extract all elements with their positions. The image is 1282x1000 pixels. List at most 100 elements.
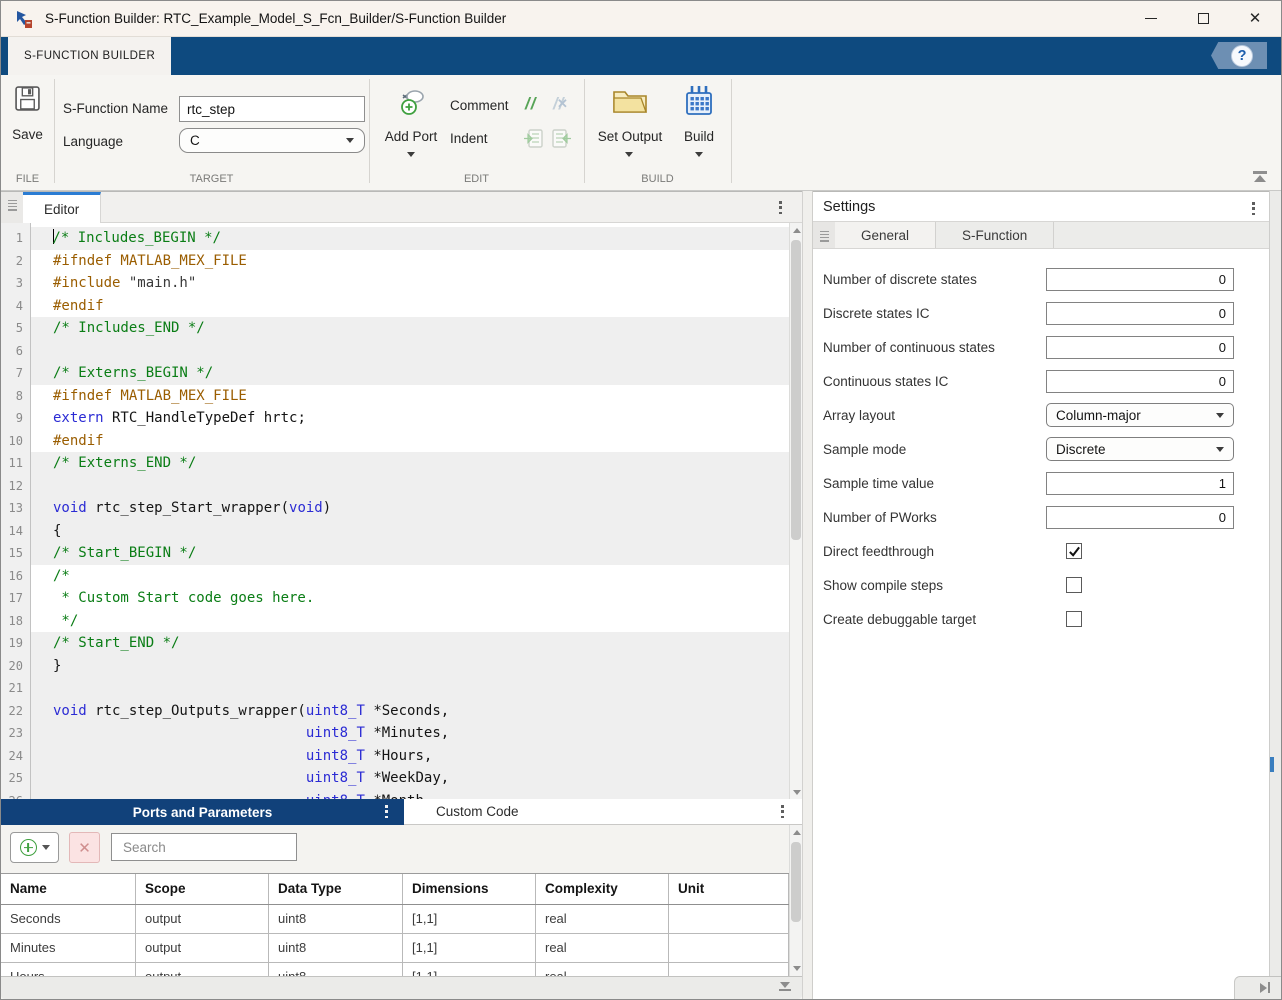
code-line-8[interactable]: #ifndef MATLAB_MEX_FILE	[31, 385, 789, 408]
editor-panel-grip[interactable]	[1, 192, 23, 223]
settings-panel: Settings General S-Function Number of di…	[813, 191, 1269, 999]
column-header-name[interactable]: Name	[1, 874, 136, 904]
cell[interactable]: [1,1]	[403, 905, 536, 933]
editor-scroll-thumb[interactable]	[791, 240, 801, 540]
language-dropdown[interactable]: C	[179, 128, 365, 153]
settings-checkbox-show-compile-steps[interactable]	[1066, 577, 1082, 593]
cell[interactable]	[669, 934, 789, 962]
cell[interactable]: uint8	[269, 934, 403, 962]
settings-checkbox-direct-feedthrough[interactable]	[1066, 543, 1082, 559]
settings-input-number-of-discrete-states[interactable]	[1046, 268, 1234, 291]
settings-input-continuous-states-ic[interactable]	[1046, 370, 1234, 393]
code-line-16[interactable]: /*	[31, 565, 789, 588]
column-header-unit[interactable]: Unit	[669, 874, 789, 904]
close-button[interactable]: ✕	[1229, 1, 1281, 36]
column-header-data-type[interactable]: Data Type	[269, 874, 403, 904]
search-input[interactable]	[123, 840, 300, 855]
tab-editor[interactable]: Editor	[23, 192, 101, 223]
tab-s-function-builder[interactable]: S-FUNCTION BUILDER	[8, 37, 171, 75]
indent-left-icon	[550, 127, 573, 150]
settings-input-discrete-states-ic[interactable]	[1046, 302, 1234, 325]
delete-port-row-button[interactable]: ✕	[69, 832, 100, 863]
settings-row-number-of-discrete-states: Number of discrete states	[823, 262, 1234, 296]
cell[interactable]: output	[136, 934, 269, 962]
add-port-row-button[interactable]	[10, 832, 59, 863]
cell[interactable]: [1,1]	[403, 934, 536, 962]
cell[interactable]: output	[136, 905, 269, 933]
set-output-button[interactable]: Set Output	[593, 129, 667, 144]
table-row-seconds[interactable]: Secondsoutputuint8[1,1]real	[1, 905, 789, 934]
help-button[interactable]: ?	[1211, 42, 1267, 69]
tab-s-function[interactable]: S-Function	[936, 222, 1054, 248]
s-function-builder-window: S-Function Builder: RTC_Example_Model_S_…	[0, 0, 1282, 1000]
minimize-button[interactable]	[1125, 1, 1177, 36]
tab-general[interactable]: General	[835, 222, 936, 248]
collapse-ribbon-button[interactable]	[1253, 171, 1267, 182]
maximize-button[interactable]	[1177, 1, 1229, 36]
indent-button[interactable]: Indent	[450, 131, 488, 146]
set-output-chevron-icon[interactable]	[625, 152, 633, 157]
add-port-chevron-icon[interactable]	[407, 152, 415, 157]
code-line-18[interactable]: */	[31, 610, 789, 633]
cell[interactable]: real	[536, 963, 669, 976]
collapse-panel-button[interactable]	[779, 982, 791, 991]
chevron-down-icon	[346, 138, 354, 143]
splitter-handle[interactable]	[1270, 757, 1274, 772]
ports-menu-kebab-icon[interactable]	[381, 801, 392, 822]
build-chevron-icon[interactable]	[695, 152, 703, 157]
settings-input-sample-time-value[interactable]	[1046, 472, 1234, 495]
sfunction-name-input[interactable]	[179, 96, 365, 122]
column-header-dimensions[interactable]: Dimensions	[403, 874, 536, 904]
tab-custom-code[interactable]: Custom Code	[404, 799, 802, 825]
settings-panel-grip[interactable]	[813, 222, 835, 248]
expand-right-button[interactable]	[1260, 982, 1270, 993]
window-title: S-Function Builder: RTC_Example_Model_S_…	[45, 11, 506, 26]
tab-ports-and-parameters[interactable]: Ports and Parameters	[1, 799, 404, 825]
cell[interactable]: uint8	[269, 905, 403, 933]
save-button[interactable]: Save	[1, 127, 54, 142]
build-button[interactable]: Build	[679, 129, 719, 144]
add-port-button[interactable]: Add Port	[379, 129, 443, 144]
cell[interactable]: real	[536, 934, 669, 962]
line-number: 25	[1, 767, 30, 790]
code-line-3[interactable]: #include "main.h"	[31, 272, 789, 295]
vertical-splitter[interactable]	[802, 191, 813, 999]
cell[interactable]	[669, 905, 789, 933]
settings-checkbox-create-debuggable-target[interactable]	[1066, 611, 1082, 627]
settings-input-number-of-continuous-states[interactable]	[1046, 336, 1234, 359]
cell[interactable]: Seconds	[1, 905, 136, 933]
code-line-4[interactable]: #endif	[31, 295, 789, 318]
settings-dropdown-array-layout[interactable]: Column-major	[1046, 403, 1234, 427]
code-line-17[interactable]: * Custom Start code goes here.	[31, 587, 789, 610]
line-number: 20	[1, 655, 30, 678]
cell[interactable]: Hours	[1, 963, 136, 976]
line-number: 13	[1, 497, 30, 520]
column-header-scope[interactable]: Scope	[136, 874, 269, 904]
comment-icon[interactable]: //	[525, 94, 536, 114]
editor-scrollbar[interactable]	[789, 223, 802, 800]
table-row-minutes[interactable]: Minutesoutputuint8[1,1]real	[1, 934, 789, 963]
settings-dropdown-sample-mode[interactable]: Discrete	[1046, 437, 1234, 461]
code-editor[interactable]: 1234567891011121314151617181920212223242…	[1, 223, 789, 800]
editor-menu-kebab-icon[interactable]	[775, 197, 786, 218]
cell[interactable]: uint8	[269, 963, 403, 976]
cell[interactable]	[669, 963, 789, 976]
settings-menu-kebab-icon[interactable]	[1248, 198, 1259, 219]
ports-scroll-thumb[interactable]	[791, 842, 801, 922]
cell[interactable]: Minutes	[1, 934, 136, 962]
cell[interactable]: [1,1]	[403, 963, 536, 976]
column-header-complexity[interactable]: Complexity	[536, 874, 669, 904]
delete-x-icon: ✕	[78, 839, 91, 857]
line-number: 1	[1, 227, 30, 250]
table-row-hours[interactable]: Hoursoutputuint8[1,1]real	[1, 963, 789, 976]
code-line-9[interactable]: extern RTC_HandleTypeDef hrtc;	[31, 407, 789, 430]
cell[interactable]: real	[536, 905, 669, 933]
right-collapsed-strip[interactable]	[1269, 191, 1282, 976]
cell[interactable]: output	[136, 963, 269, 976]
code-line-2[interactable]: #ifndef MATLAB_MEX_FILE	[31, 250, 789, 273]
custom-code-menu-kebab-icon[interactable]	[777, 801, 788, 822]
ports-scrollbar[interactable]	[789, 825, 802, 976]
code-line-10[interactable]: #endif	[31, 430, 789, 453]
settings-input-number-of-pworks[interactable]	[1046, 506, 1234, 529]
comment-button[interactable]: Comment	[450, 98, 509, 113]
